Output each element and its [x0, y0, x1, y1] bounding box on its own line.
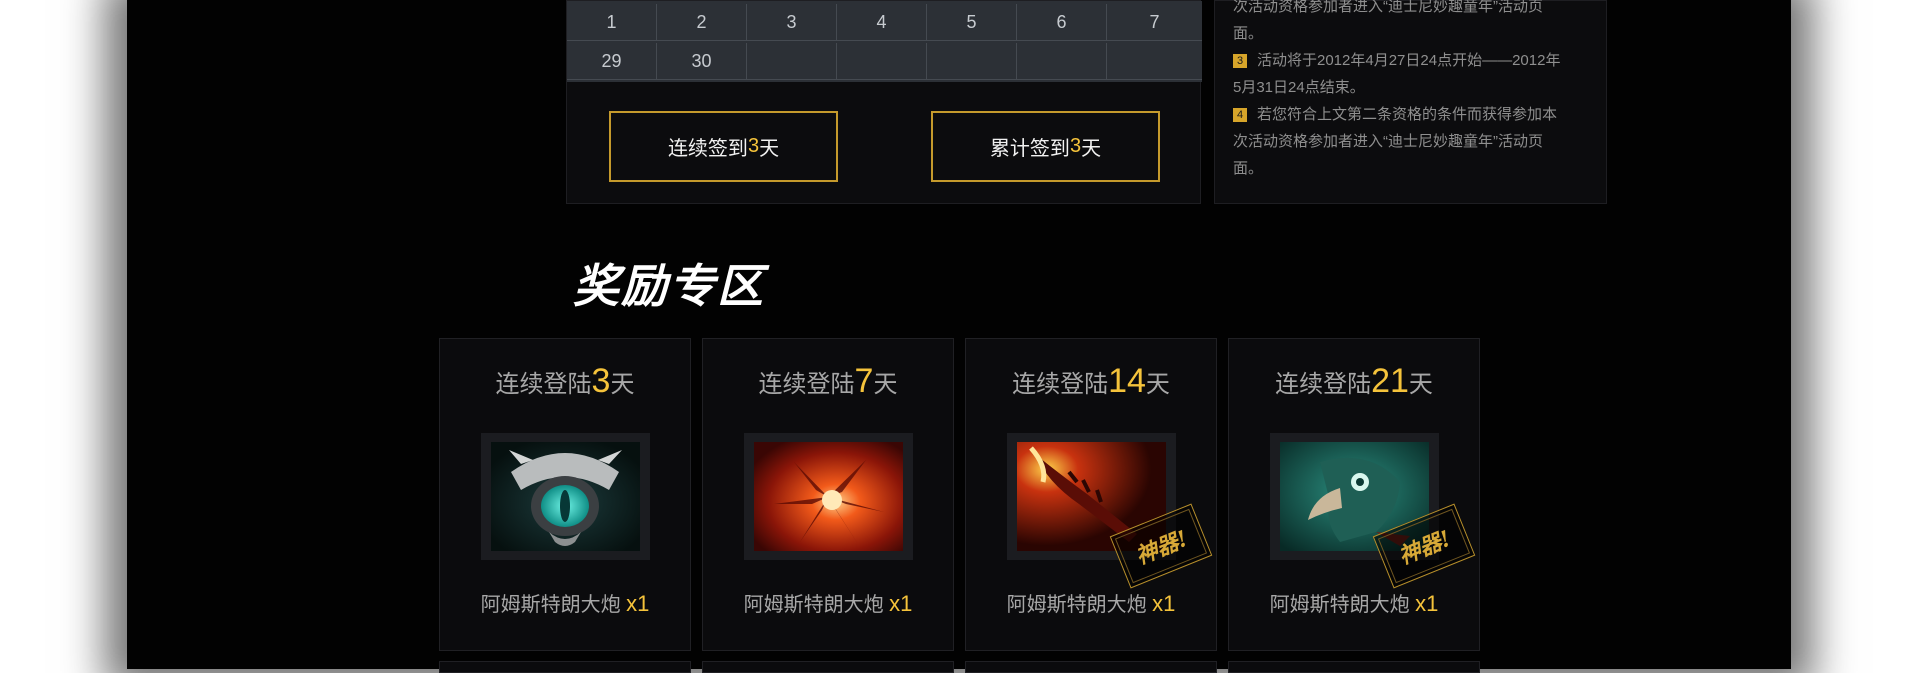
- reward-card-partial: [702, 661, 954, 673]
- reward-days: 14: [1108, 362, 1146, 400]
- calendar-day[interactable]: 2: [657, 4, 747, 41]
- reward-title: 连续登陆7天: [703, 361, 953, 405]
- reward-card-partial: [439, 661, 691, 673]
- reward-quantity: x1: [626, 591, 650, 616]
- reward-title: 连续登陆21天: [1229, 361, 1479, 405]
- sign-label: 累计签到: [989, 138, 1070, 160]
- eye-shield-icon: [491, 442, 640, 551]
- sign-label: 连续签到: [667, 138, 748, 160]
- calendar-day[interactable]: 30: [657, 43, 747, 80]
- reward-suffix: 天: [1408, 371, 1433, 398]
- rule-item-3: 3 活动将于2012年4月27日24点开始——2012年: [1233, 47, 1592, 74]
- calendar-day[interactable]: 1: [567, 4, 657, 41]
- rule-item-4: 4 若您符合上文第二条资格的条件而获得参加本: [1233, 101, 1592, 128]
- reward-item-name: 阿姆斯特朗大炮: [743, 594, 884, 616]
- reward-quantity: x1: [1152, 591, 1176, 616]
- calendar-day-empty: [747, 43, 837, 80]
- reward-label: 连续登陆: [758, 371, 855, 398]
- rule-text: 5月31日24点结束。: [1233, 79, 1365, 96]
- calendar-day[interactable]: 3: [747, 4, 837, 41]
- calendar-day[interactable]: 4: [837, 4, 927, 41]
- rule-text: 若您符合上文第二条资格的条件而获得参加本: [1257, 106, 1558, 123]
- reward-item-name: 阿姆斯特朗大炮: [1006, 594, 1147, 616]
- reward-days: 21: [1371, 362, 1409, 400]
- consecutive-sign-in-button[interactable]: 连续签到 3 天: [609, 111, 838, 182]
- section-title: 奖励专区: [573, 259, 765, 313]
- reward-card-partial: [1228, 661, 1480, 673]
- rule-index-badge: 3: [1233, 54, 1247, 68]
- reward-item: 阿姆斯特朗大炮 x1: [966, 589, 1216, 620]
- reward-card[interactable]: 连续登陆14天 神器! 阿姆斯特朗大炮 x1: [965, 338, 1217, 651]
- calendar-day-empty: [1107, 43, 1202, 80]
- reward-card[interactable]: 连续登陆3天 阿姆斯特朗大炮 x1: [439, 338, 691, 651]
- reward-quantity: x1: [1415, 591, 1439, 616]
- calendar-day[interactable]: 5: [927, 4, 1017, 41]
- reward-card[interactable]: 连续登陆7天 阿姆斯特朗大炮 x1: [702, 338, 954, 651]
- sign-days: 3: [747, 135, 760, 157]
- reward-suffix: 天: [1145, 371, 1170, 398]
- calendar-day[interactable]: 6: [1017, 4, 1107, 41]
- reward-thumbnail: [481, 433, 650, 560]
- reward-label: 连续登陆: [1012, 371, 1109, 398]
- reward-item: 阿姆斯特朗大炮 x1: [440, 589, 690, 620]
- reward-thumbnail: [744, 433, 913, 560]
- reward-suffix: 天: [610, 371, 635, 398]
- calendar-day-empty: [927, 43, 1017, 80]
- rule-text: 面。: [1233, 25, 1264, 42]
- calendar-day-empty: [837, 43, 927, 80]
- calendar-day[interactable]: 29: [567, 43, 657, 80]
- calendar-week-row: 29 30: [567, 43, 1202, 80]
- sign-days: 3: [1069, 135, 1082, 157]
- sign-suffix: 天: [1081, 138, 1102, 160]
- calendar-grid: 1 2 3 4 5 6 7 29 30: [567, 1, 1202, 82]
- reward-card[interactable]: 连续登陆21天 神器! 阿姆斯特朗大炮 x1: [1228, 338, 1480, 651]
- calendar-day[interactable]: 7: [1107, 4, 1202, 41]
- reward-label: 连续登陆: [1275, 371, 1372, 398]
- calendar-day-empty: [1017, 43, 1107, 80]
- sign-in-calendar-panel: 1 2 3 4 5 6 7 29 30 连续签到 3 天 累计签到 3 天: [566, 0, 1202, 204]
- reward-item-name: 阿姆斯特朗大炮: [480, 594, 621, 616]
- page-content: 1 2 3 4 5 6 7 29 30 连续签到 3 天 累计签到 3 天 次活…: [127, 0, 1791, 673]
- reward-title: 连续登陆3天: [440, 361, 690, 405]
- reward-card-partial: [965, 661, 1217, 673]
- reward-item: 阿姆斯特朗大炮 x1: [1229, 589, 1479, 620]
- flame-flower-icon: [754, 442, 903, 551]
- rule-index-badge: 4: [1233, 108, 1247, 122]
- reward-item: 阿姆斯特朗大炮 x1: [703, 589, 953, 620]
- activity-rules-panel: 次活动资格参加者进入“迪士尼妙趣童年”活动页 面。 3 活动将于2012年4月27…: [1214, 0, 1607, 204]
- reward-suffix: 天: [873, 371, 898, 398]
- rule-text: 面。: [1233, 160, 1264, 177]
- reward-days: 3: [591, 362, 611, 400]
- reward-item-name: 阿姆斯特朗大炮: [1269, 594, 1410, 616]
- rule-text: 次活动资格参加者进入“迪士尼妙趣童年”活动页: [1233, 133, 1543, 150]
- sign-suffix: 天: [759, 138, 780, 160]
- rule-text: 活动将于2012年4月27日24点开始——2012年: [1257, 52, 1561, 69]
- rule-text: 次活动资格参加者进入“迪士尼妙趣童年”活动页: [1233, 0, 1543, 15]
- reward-title: 连续登陆14天: [966, 361, 1216, 405]
- reward-days: 7: [854, 362, 874, 400]
- calendar-week-row: 1 2 3 4 5 6 7: [567, 4, 1202, 41]
- reward-quantity: x1: [889, 591, 913, 616]
- reward-label: 连续登陆: [495, 371, 592, 398]
- cumulative-sign-in-button[interactable]: 累计签到 3 天: [931, 111, 1160, 182]
